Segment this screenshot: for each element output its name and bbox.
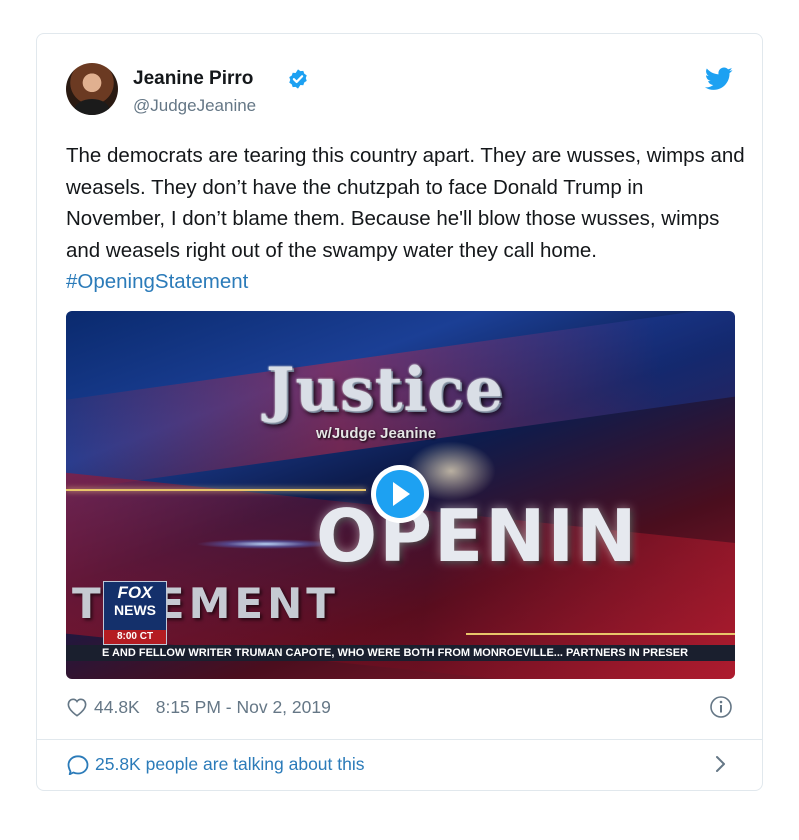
talking-about-text: 25.8K people are talking about this <box>95 753 365 774</box>
comment-icon <box>67 755 89 775</box>
tweet-meta: 44.8K 8:15 PM - Nov 2, 2019 <box>66 695 331 719</box>
timestamp[interactable]: 8:15 PM - Nov 2, 2019 <box>156 697 331 718</box>
tweet-text: The democrats are tearing this country a… <box>66 140 746 298</box>
play-icon <box>393 482 410 506</box>
play-button[interactable] <box>371 465 429 523</box>
gold-line <box>66 489 366 491</box>
opening-overlay-text: OPENIN <box>316 494 639 578</box>
light-flare <box>196 539 336 549</box>
info-icon[interactable] <box>709 695 733 719</box>
divider <box>37 739 762 740</box>
talking-about-link[interactable]: 25.8K people are talking about this <box>66 752 365 776</box>
hashtag-link[interactable]: #OpeningStatement <box>66 270 248 293</box>
video-thumbnail[interactable]: Justice w/Judge Jeanine OPENIN T TEMENT … <box>66 311 735 679</box>
like-count[interactable]: 44.8K <box>94 697 140 718</box>
time-badge: 8:00 CT <box>104 630 166 644</box>
verified-icon <box>289 69 307 89</box>
news-ticker: E AND FELLOW WRITER TRUMAN CAPOTE, WHO W… <box>66 645 735 661</box>
heart-icon[interactable] <box>66 697 88 717</box>
gold-line <box>466 633 735 635</box>
fox-news-logo: FOX NEWS 8:00 CT <box>103 581 167 645</box>
show-subtitle: w/Judge Jeanine <box>316 425 437 442</box>
avatar[interactable] <box>66 63 118 115</box>
logo-fox-text: FOX <box>117 583 153 602</box>
logo-news-text: NEWS <box>114 602 156 618</box>
twitter-bird-icon[interactable] <box>705 67 733 91</box>
show-title: Justice <box>266 355 505 425</box>
avatar-shoulders <box>74 99 110 115</box>
tweet-card: Jeanine Pirro @JudgeJeanine The democrat… <box>36 33 763 791</box>
tweet-body: The democrats are tearing this country a… <box>66 144 745 262</box>
chevron-right-icon[interactable] <box>713 753 729 775</box>
author-handle[interactable]: @JudgeJeanine <box>133 96 256 116</box>
author-name[interactable]: Jeanine Pirro <box>133 68 253 90</box>
